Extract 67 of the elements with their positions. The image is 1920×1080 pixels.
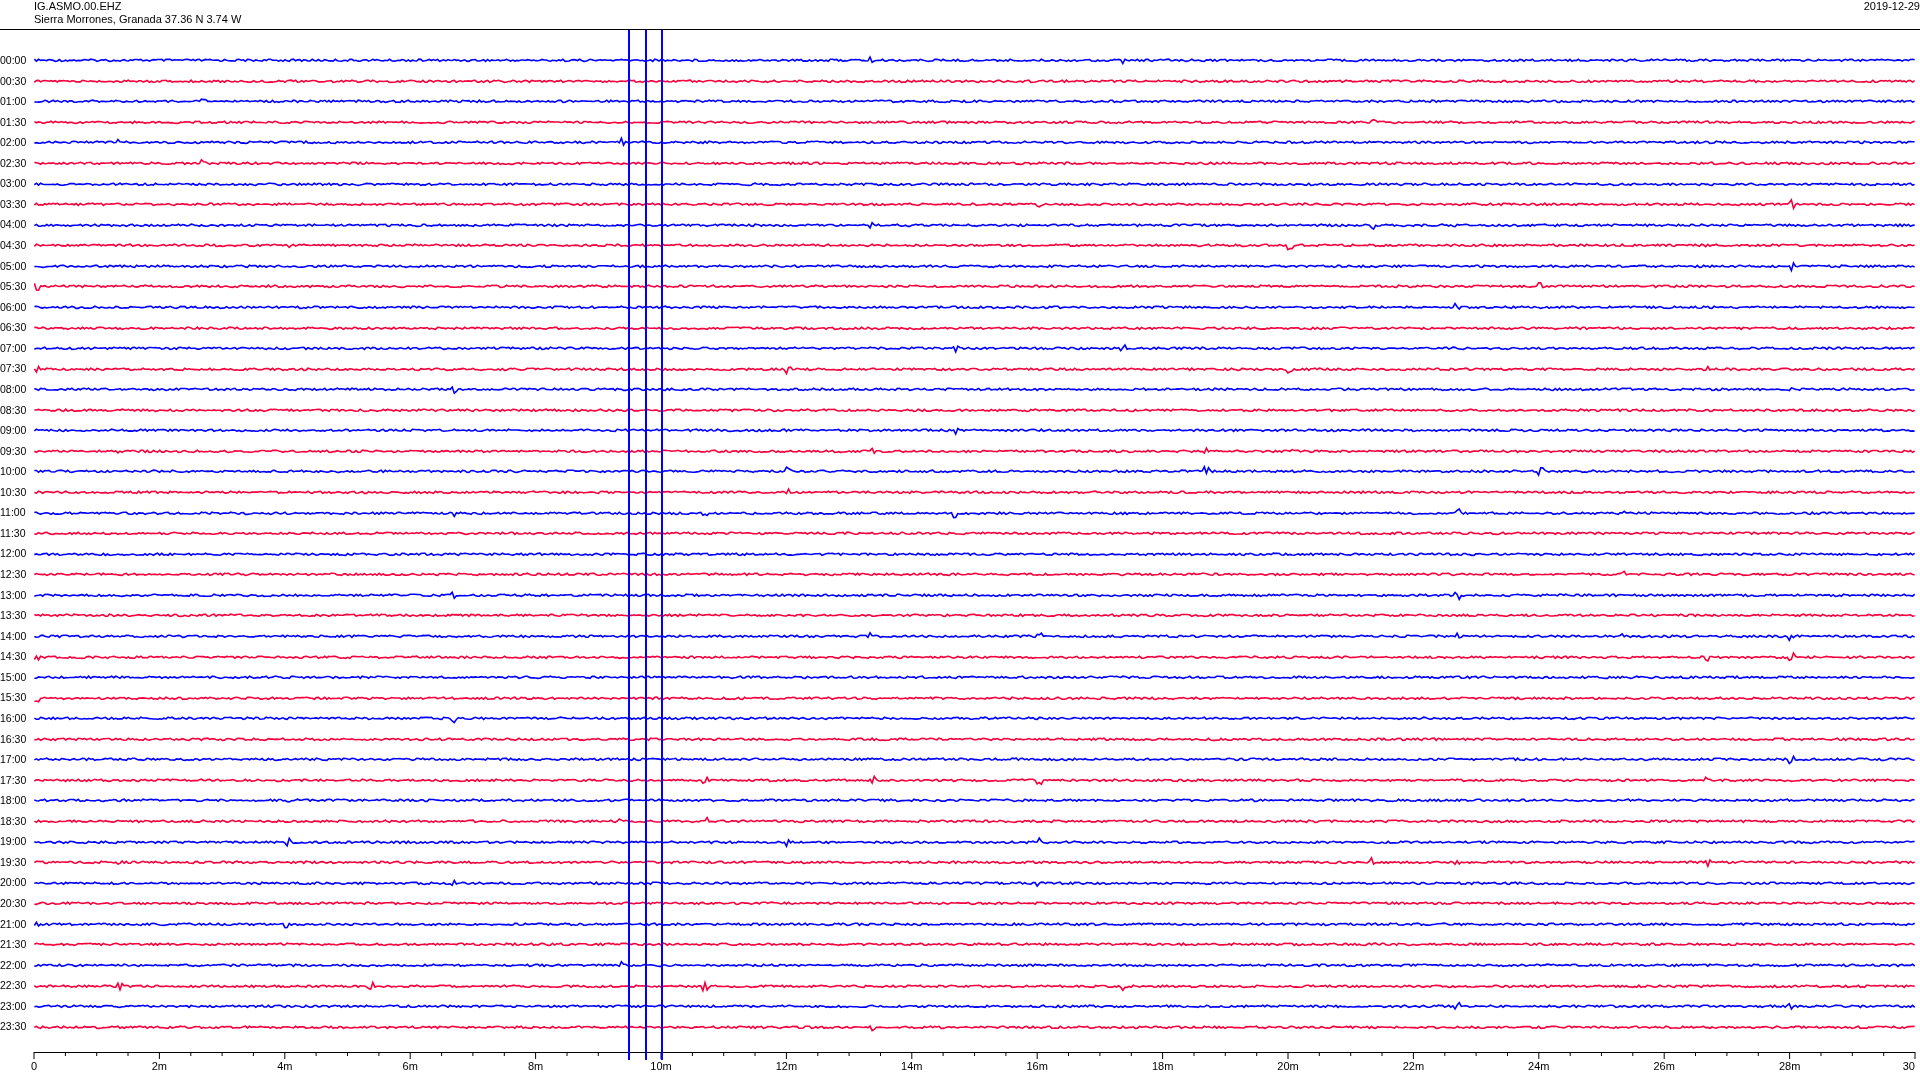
time-label: 13:30 [0,610,28,622]
time-label: 23:00 [0,1000,28,1012]
time-label: 21:00 [0,918,28,930]
station-code: IG.ASMO.00.EHZ [34,0,123,13]
time-label: 09:30 [0,445,28,457]
axis-label: 22m [1402,1060,1425,1073]
axis-label: 30 [1902,1060,1915,1073]
time-label: 23:30 [0,1021,28,1033]
time-label: 20:00 [0,877,28,889]
time-label: 22:30 [0,980,28,992]
time-label: 07:00 [0,342,28,354]
time-label: 04:00 [0,219,28,231]
axis-label: 18m [1151,1060,1174,1073]
time-label: 16:30 [0,733,28,745]
time-label: 18:30 [0,815,28,827]
time-label: 10:30 [0,486,28,498]
time-label: 11:00 [0,507,27,519]
axis-label: 2m [151,1060,168,1073]
axis-label: 24m [1528,1060,1550,1073]
time-label: 08:00 [0,383,28,395]
time-label: 12:30 [0,569,28,581]
time-label: 00:00 [0,54,28,66]
time-label: 20:30 [0,898,28,910]
axis-label: 10m [650,1060,672,1073]
time-label: 08:30 [0,404,28,416]
time-label: 14:00 [0,630,28,642]
time-label: 09:00 [0,425,28,437]
time-label: 11:30 [0,527,27,539]
axis-label: 20m [1277,1060,1299,1073]
axis-label: 14m [901,1060,923,1073]
time-label: 17:00 [0,754,28,766]
axis-label: 16m [1026,1060,1048,1073]
time-label: 22:00 [0,959,28,971]
time-label: 15:30 [0,692,28,704]
time-label: 06:30 [0,322,28,334]
axis-label: 12m [775,1060,798,1073]
axis-label: 28m [1778,1060,1801,1073]
time-label: 02:30 [0,157,28,169]
axis-label: 8m [527,1060,544,1073]
time-label: 01:30 [0,116,28,128]
record-date: 2019-12-29 [1863,0,1920,14]
time-label: 14:30 [0,651,28,663]
time-label: 10:00 [0,466,28,478]
time-label: 02:00 [0,137,28,149]
axis-label: 4m [277,1060,293,1073]
time-label: 00:30 [0,75,28,87]
time-label: 05:00 [0,260,28,272]
time-label: 01:00 [0,96,28,108]
time-label: 04:30 [0,240,28,252]
axis-label: 0 [30,1060,38,1073]
time-label: 13:00 [0,589,28,601]
time-label: 03:00 [0,178,28,190]
time-label: 21:30 [0,939,28,951]
time-label: 15:00 [0,671,28,683]
time-label: 07:30 [0,363,28,375]
time-label: 18:00 [0,795,28,807]
station-location: Sierra Morrones, Granada 37.36 N 3.74 W [34,13,242,26]
time-label: 03:30 [0,198,28,210]
axis-label: 6m [402,1060,418,1073]
time-label: 06:00 [0,301,28,313]
time-label: 16:00 [0,712,28,724]
time-label: 19:00 [0,836,28,848]
time-label: 12:00 [0,548,28,560]
axis-label: 26m [1653,1060,1675,1073]
time-label: 05:30 [0,281,28,293]
time-label: 17:30 [0,774,28,786]
time-label: 19:30 [0,856,28,868]
